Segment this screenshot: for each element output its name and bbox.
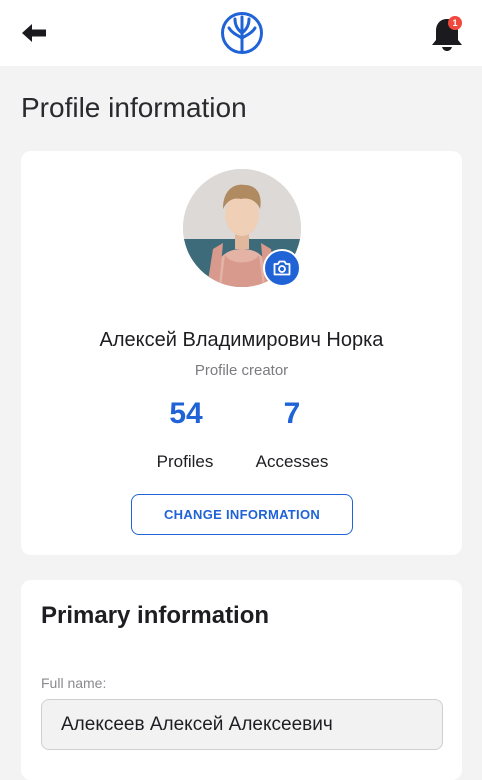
accesses-label: Accesses [255,452,329,471]
primary-information-card: Primary information Full name: [21,580,462,780]
accesses-count: 7 [283,397,301,430]
profiles-label: Profiles [156,452,214,471]
section-title: Primary information [41,602,270,629]
back-button[interactable] [16,18,52,48]
user-name: Алексей Владимирович Норка [99,329,384,351]
profiles-count: 54 [169,397,203,430]
avatar-container [183,169,301,287]
tree-logo-icon [221,12,263,54]
change-photo-button[interactable] [263,249,301,287]
top-bar: 1 [0,0,482,66]
change-information-button[interactable]: CHANGE INFORMATION [131,494,353,535]
full-name-input[interactable] [41,699,443,750]
notification-badge: 1 [448,16,462,30]
full-name-label: Full name: [41,675,107,691]
user-role: Profile creator [194,362,289,379]
arrow-left-icon [22,24,46,42]
page-title: Profile information [21,92,247,123]
profile-card: Алексей Владимирович Норка Profile creat… [21,151,462,555]
notifications-button[interactable]: 1 [428,14,468,54]
camera-icon [273,260,291,276]
